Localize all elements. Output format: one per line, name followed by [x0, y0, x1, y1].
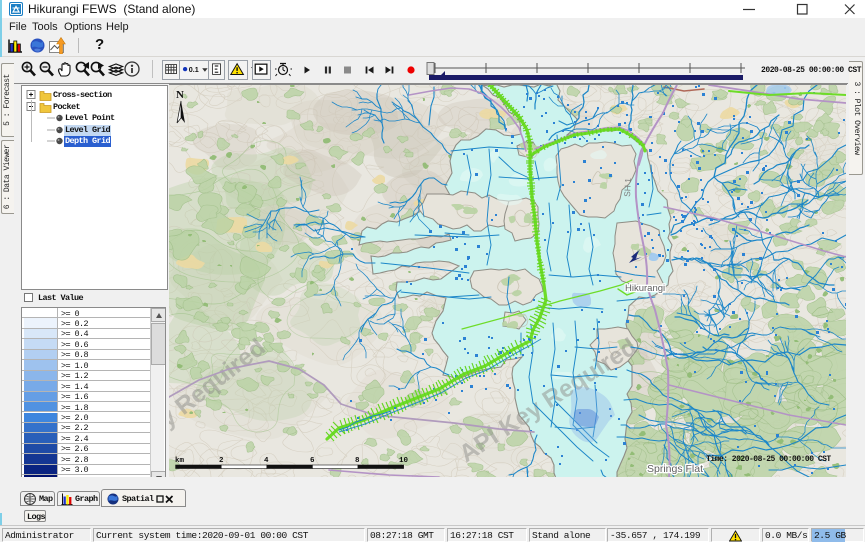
svg-text:SH 1: SH 1 — [622, 177, 633, 197]
svg-text:0.1: 0.1 — [189, 65, 199, 74]
svg-text:N: N — [176, 89, 184, 101]
svg-text:10: 10 — [399, 457, 409, 465]
svg-text:6: 6 — [310, 457, 315, 465]
svg-text:4: 4 — [264, 457, 269, 465]
svg-text:Springs Flat: Springs Flat — [647, 463, 703, 475]
svg-text:Hikurangi: Hikurangi — [625, 283, 665, 294]
svg-text:8: 8 — [355, 457, 360, 465]
svg-text:km: km — [175, 457, 185, 465]
svg-text:2: 2 — [219, 457, 224, 465]
svg-text:Time: 2020-08-25 00:00:00 CST: Time: 2020-08-25 00:00:00 CST — [706, 455, 831, 464]
